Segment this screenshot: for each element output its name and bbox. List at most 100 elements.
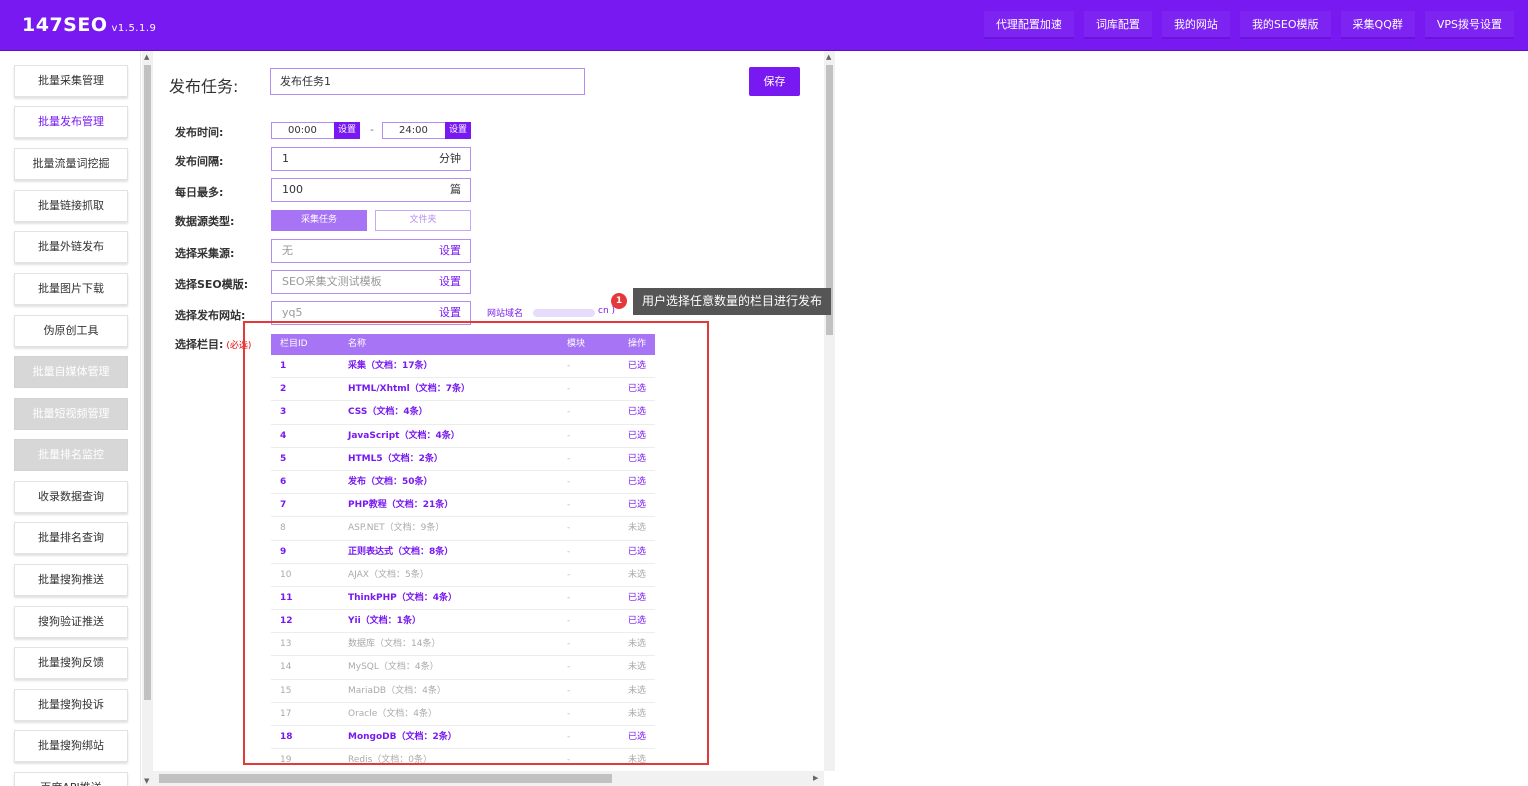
row-operation[interactable]: 未选: [628, 749, 646, 771]
main-scroll-up-arrow-icon[interactable]: ▲: [826, 53, 831, 61]
table-row[interactable]: 11 ThinkPHP（文档：4条） - 已选: [271, 587, 655, 611]
sidebar-item-backlink-publish[interactable]: 批量外链发布: [14, 231, 128, 263]
table-row[interactable]: 3 CSS（文档：4条） - 已选: [271, 401, 655, 425]
sidebar-item-rewrite-tool[interactable]: 伪原创工具: [14, 315, 128, 347]
nav-proxy-config[interactable]: 代理配置加速: [983, 11, 1074, 39]
main-horizontal-scrollbar[interactable]: ▶: [153, 771, 824, 786]
sidebar-item-link-crawl[interactable]: 批量链接抓取: [14, 190, 128, 222]
row-column-id: 17: [280, 708, 292, 719]
row-operation[interactable]: 已选: [628, 541, 646, 564]
sidebar-item-rank-query[interactable]: 批量排名查询: [14, 522, 128, 554]
row-operation[interactable]: 已选: [628, 471, 646, 494]
main-vertical-scrollbar[interactable]: ▲: [824, 51, 835, 771]
row-operation[interactable]: 未选: [628, 703, 646, 726]
interval-input[interactable]: 1 分钟: [271, 147, 471, 171]
interval-label: 发布间隔:: [175, 155, 224, 168]
columns-label-text: 选择栏目:: [175, 338, 224, 351]
row-operation[interactable]: 未选: [628, 633, 646, 656]
start-time-value: 00:00: [288, 125, 317, 136]
table-row[interactable]: 18 MongoDB（文档：2条） - 已选: [271, 726, 655, 750]
row-operation[interactable]: 已选: [628, 587, 646, 610]
sidebar-scrollbar[interactable]: ▲ ▼: [142, 51, 153, 786]
table-row[interactable]: 8 ASP.NET（文档：9条） - 未选: [271, 517, 655, 541]
table-row[interactable]: 6 发布（文档：50条） - 已选: [271, 471, 655, 495]
daily-max-input[interactable]: 100 篇: [271, 178, 471, 202]
columns-label: 选择栏目: (必选): [175, 336, 251, 352]
sidebar-item-sogou-push[interactable]: 批量搜狗推送: [14, 564, 128, 596]
sidebar-item-batch-collect[interactable]: 批量采集管理: [14, 65, 128, 97]
row-operation[interactable]: 未选: [628, 564, 646, 587]
row-operation[interactable]: 未选: [628, 656, 646, 679]
table-row[interactable]: 12 Yii（文档：1条） - 已选: [271, 610, 655, 634]
row-operation[interactable]: 已选: [628, 425, 646, 448]
table-row[interactable]: 19 Redis（文档：0条） - 未选: [271, 749, 655, 771]
table-row[interactable]: 14 MySQL（文档：4条） - 未选: [271, 656, 655, 680]
scroll-down-arrow-icon[interactable]: ▼: [144, 777, 149, 785]
row-operation[interactable]: 已选: [628, 726, 646, 749]
row-operation[interactable]: 未选: [628, 517, 646, 540]
seo-template-set-link[interactable]: 设置: [439, 271, 461, 293]
start-time-set-button[interactable]: 设置: [334, 122, 360, 139]
table-row[interactable]: 13 数据库（文档：14条） - 未选: [271, 633, 655, 657]
header-name: 名称: [348, 339, 367, 349]
table-row[interactable]: 17 Oracle（文档：4条） - 未选: [271, 703, 655, 726]
collect-source-input[interactable]: 无 设置: [271, 239, 471, 263]
table-row[interactable]: 15 MariaDB（文档：4条） - 未选: [271, 680, 655, 703]
publish-site-input[interactable]: yq5 设置: [271, 301, 471, 325]
sidebar-item-image-download[interactable]: 批量图片下载: [14, 273, 128, 305]
table-row[interactable]: 7 PHP教程（文档：21条） - 已选: [271, 494, 655, 518]
row-operation[interactable]: 已选: [628, 355, 646, 378]
save-button[interactable]: 保存: [749, 67, 800, 96]
source-type-label: 数据源类型:: [175, 215, 235, 228]
row-operation[interactable]: 已选: [628, 448, 646, 471]
seo-template-input[interactable]: SEO采集文测试模板 设置: [271, 270, 471, 294]
scroll-right-arrow-icon[interactable]: ▶: [813, 774, 818, 782]
sidebar-item-batch-publish[interactable]: 批量发布管理: [14, 106, 128, 138]
sidebar-item-traffic-keywords[interactable]: 批量流量词挖掘: [14, 148, 128, 180]
sidebar-item-sogou-verify-push[interactable]: 搜狗验证推送: [14, 606, 128, 638]
source-type-collect-task[interactable]: 采集任务: [271, 210, 367, 231]
interval-unit: 分钟: [439, 152, 461, 165]
sidebar-item-baidu-api-push[interactable]: 百度API推送: [14, 772, 128, 786]
sidebar-item-media-manage: 批量自媒体管理: [14, 356, 128, 388]
header-operation: 操作: [628, 339, 647, 349]
row-module: -: [567, 662, 571, 673]
row-operation[interactable]: 已选: [628, 494, 646, 517]
row-module: -: [567, 546, 571, 557]
sidebar-item-sogou-bind-site[interactable]: 批量搜狗绑站: [14, 730, 128, 762]
nav-my-seo-templates[interactable]: 我的SEO模版: [1239, 11, 1331, 39]
nav-collect-qq-group[interactable]: 采集QQ群: [1340, 11, 1415, 39]
table-row[interactable]: 5 HTML5（文档：2条） - 已选: [271, 448, 655, 471]
publish-site-set-link[interactable]: 设置: [439, 302, 461, 324]
sidebar-item-sogou-feedback[interactable]: 批量搜狗反馈: [14, 647, 128, 679]
task-name-input[interactable]: 发布任务1: [270, 68, 585, 95]
table-row[interactable]: 2 HTML/Xhtml（文档：7条） - 已选: [271, 378, 655, 402]
row-column-id: 7: [280, 500, 287, 511]
main-horizontal-scroll-thumb[interactable]: [159, 774, 612, 783]
table-row[interactable]: 10 AJAX（文档：5条） - 未选: [271, 564, 655, 587]
end-time-set-button[interactable]: 设置: [445, 122, 471, 139]
row-name: PHP教程（文档：21条）: [348, 500, 454, 511]
sidebar-item-sogou-complaint[interactable]: 批量搜狗投诉: [14, 689, 128, 721]
scroll-up-arrow-icon[interactable]: ▲: [144, 53, 149, 61]
table-row[interactable]: 1 采集（文档：17条） - 已选: [271, 355, 655, 379]
nav-vps-dialup[interactable]: VPS拨号设置: [1424, 11, 1514, 39]
row-column-id: 19: [280, 755, 292, 766]
sidebar-scroll-thumb[interactable]: [144, 65, 151, 700]
collect-source-set-link[interactable]: 设置: [439, 240, 461, 262]
table-row[interactable]: 4 JavaScript（文档：4条） - 已选: [271, 425, 655, 448]
table-row[interactable]: 9 正则表达式（文档：8条） - 已选: [271, 541, 655, 564]
daily-max-value: 100: [282, 183, 303, 196]
row-operation[interactable]: 已选: [628, 610, 646, 633]
row-operation[interactable]: 未选: [628, 680, 646, 703]
nav-lexicon-config[interactable]: 词库配置: [1083, 11, 1152, 39]
sidebar-item-index-query[interactable]: 收录数据查询: [14, 481, 128, 513]
row-column-id: 1: [280, 361, 287, 371]
source-type-folder[interactable]: 文件夹: [375, 210, 471, 231]
row-name: AJAX（文档：5条）: [348, 569, 429, 580]
row-operation[interactable]: 已选: [628, 401, 646, 424]
row-name: Yii（文档：1条）: [348, 616, 421, 627]
header-module: 模块: [567, 339, 586, 349]
row-operation[interactable]: 已选: [628, 378, 646, 401]
nav-my-sites[interactable]: 我的网站: [1161, 11, 1230, 39]
